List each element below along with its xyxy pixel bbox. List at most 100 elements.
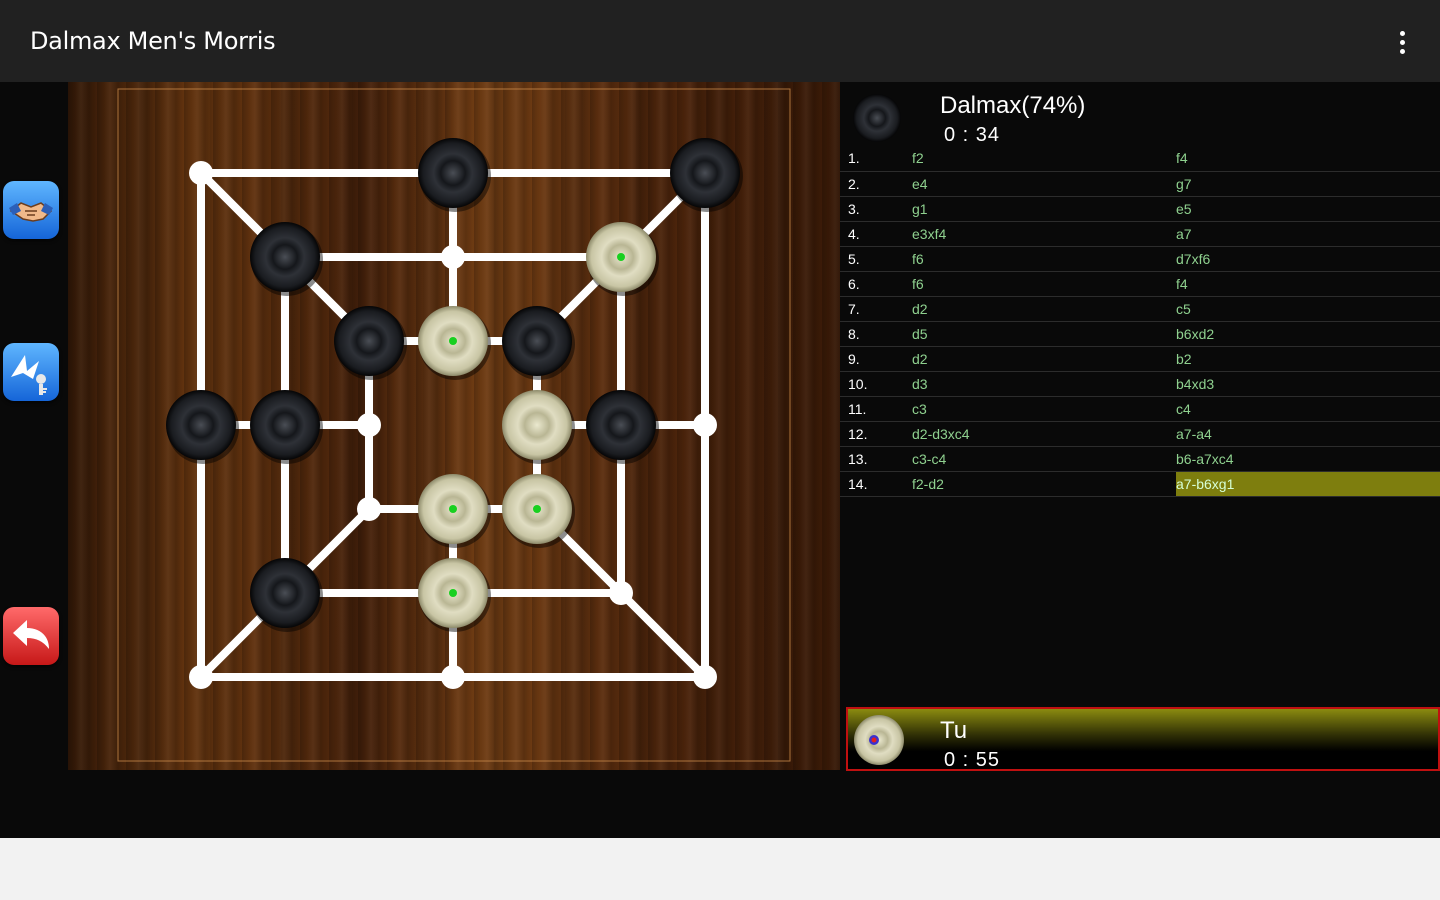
- white-move[interactable]: g1: [912, 196, 1176, 221]
- board-point-g4[interactable]: [693, 413, 717, 437]
- black-move[interactable]: f4: [1176, 271, 1440, 296]
- board-svg: [117, 88, 791, 762]
- black-move[interactable]: e5: [1176, 196, 1440, 221]
- undo-button[interactable]: [3, 607, 59, 665]
- opponent-panel: Dalmax(74%) 0 : 34: [840, 82, 1440, 146]
- board-point-a1[interactable]: [189, 665, 213, 689]
- move-number: 5.: [848, 250, 860, 267]
- move-number: 9.: [848, 350, 860, 367]
- move-row[interactable]: 6. f6 f4: [840, 271, 1440, 296]
- app-bar: Dalmax Men's Morris: [0, 0, 1440, 82]
- black-move[interactable]: a7-b6xg1: [1176, 471, 1440, 496]
- selectable-mark: [449, 337, 457, 345]
- move-number: 6.: [848, 275, 860, 292]
- move-row[interactable]: 9. d2 b2: [840, 346, 1440, 371]
- black-move[interactable]: a7: [1176, 221, 1440, 246]
- selectable-mark: [533, 505, 541, 513]
- board-point-d1[interactable]: [441, 665, 465, 689]
- move-row[interactable]: 4. e3xf4 a7: [840, 221, 1440, 246]
- white-move[interactable]: d2-d3xc4: [912, 421, 1176, 446]
- move-number: 11.: [848, 400, 867, 417]
- board-point-a7[interactable]: [189, 161, 213, 185]
- white-move[interactable]: e3xf4: [912, 221, 1176, 246]
- white-move[interactable]: c3-c4: [912, 446, 1176, 471]
- black-piece[interactable]: [250, 222, 323, 296]
- black-piece[interactable]: [250, 390, 323, 464]
- move-number: 4.: [848, 225, 860, 242]
- move-row[interactable]: 13. c3-c4 b6-a7xc4: [840, 446, 1440, 471]
- opponent-piece-icon: [853, 94, 901, 142]
- move-number: 1.: [848, 150, 860, 167]
- handshake-icon: [9, 202, 53, 222]
- move-number: 12.: [848, 425, 868, 442]
- white-piece[interactable]: [418, 474, 491, 548]
- opponent-clock: 0 : 34: [944, 124, 1001, 146]
- move-number: 13.: [848, 450, 868, 467]
- move-number: 2.: [848, 175, 860, 192]
- black-move[interactable]: f4: [1176, 146, 1440, 171]
- board-point-c3[interactable]: [357, 497, 381, 521]
- move-row[interactable]: 7. d2 c5: [840, 296, 1440, 321]
- move-row[interactable]: 11. c3 c4: [840, 396, 1440, 421]
- opponent-name: Dalmax(74%): [940, 92, 1086, 119]
- white-piece[interactable]: [418, 306, 491, 380]
- black-move[interactable]: g7: [1176, 171, 1440, 196]
- move-row[interactable]: 14. f2-d2 a7-b6xg1: [840, 471, 1440, 496]
- board-point-d6[interactable]: [441, 245, 465, 269]
- white-move[interactable]: d3: [912, 371, 1176, 396]
- app-title: Dalmax Men's Morris: [30, 27, 276, 55]
- move-row[interactable]: 1. f2 f4: [840, 146, 1440, 171]
- selectable-mark: [449, 505, 457, 513]
- black-piece[interactable]: [166, 390, 239, 464]
- move-row[interactable]: 5. f6 d7xf6: [840, 246, 1440, 271]
- white-move[interactable]: f6: [912, 246, 1176, 271]
- white-move[interactable]: f6: [912, 271, 1176, 296]
- white-move[interactable]: f2: [912, 146, 1176, 171]
- white-move[interactable]: d2: [912, 296, 1176, 321]
- white-piece[interactable]: [502, 390, 575, 464]
- selectable-mark: [617, 253, 625, 261]
- black-move[interactable]: c5: [1176, 296, 1440, 321]
- black-move[interactable]: b2: [1176, 346, 1440, 371]
- white-piece[interactable]: [418, 558, 491, 632]
- white-move[interactable]: d2: [912, 346, 1176, 371]
- black-move[interactable]: a7-a4: [1176, 421, 1440, 446]
- white-move[interactable]: f2-d2: [912, 471, 1176, 496]
- offer-draw-button[interactable]: [3, 181, 59, 239]
- black-move[interactable]: d7xf6: [1176, 246, 1440, 271]
- black-move[interactable]: b6-a7xc4: [1176, 446, 1440, 471]
- move-row[interactable]: 10. d3 b4xd3: [840, 371, 1440, 396]
- move-list: 1. f2 f4 2. e4 g7 3. g1 e5 4. e3xf4 a7 5. f6 d7xf6 6. f6…: [840, 146, 1440, 497]
- black-move[interactable]: c4: [1176, 396, 1440, 421]
- black-piece[interactable]: [586, 390, 659, 464]
- black-piece[interactable]: [418, 138, 491, 212]
- white-move[interactable]: e4: [912, 171, 1176, 196]
- move-row[interactable]: 8. d5 b6xd2: [840, 321, 1440, 346]
- board-point-c4[interactable]: [357, 413, 381, 437]
- player-panel: Tu 0 : 55: [846, 707, 1440, 771]
- game-board[interactable]: [68, 82, 840, 770]
- white-piece[interactable]: [502, 474, 575, 548]
- bottom-strip: [0, 838, 1440, 900]
- white-move[interactable]: c3: [912, 396, 1176, 421]
- player-clock: 0 : 55: [944, 749, 1001, 771]
- board-point-g1[interactable]: [693, 665, 717, 689]
- undo-icon: [13, 620, 49, 649]
- selectable-mark: [449, 589, 457, 597]
- move-number: 10.: [848, 375, 868, 392]
- player-name: Tu: [940, 717, 968, 744]
- hint-button[interactable]: [3, 343, 59, 401]
- white-move[interactable]: d5: [912, 321, 1176, 346]
- board-point-f2[interactable]: [609, 581, 633, 605]
- move-number: 3.: [848, 200, 860, 217]
- more-vert-icon[interactable]: [1384, 24, 1420, 60]
- move-number: 7.: [848, 300, 860, 317]
- black-piece[interactable]: [334, 306, 407, 380]
- player-piece-icon: [854, 715, 904, 765]
- move-number: 14.: [848, 475, 868, 492]
- black-move[interactable]: b4xd3: [1176, 371, 1440, 396]
- move-row[interactable]: 2. e4 g7: [840, 171, 1440, 196]
- move-row[interactable]: 3. g1 e5: [840, 196, 1440, 221]
- black-move[interactable]: b6xd2: [1176, 321, 1440, 346]
- move-row[interactable]: 12. d2-d3xc4 a7-a4: [840, 421, 1440, 446]
